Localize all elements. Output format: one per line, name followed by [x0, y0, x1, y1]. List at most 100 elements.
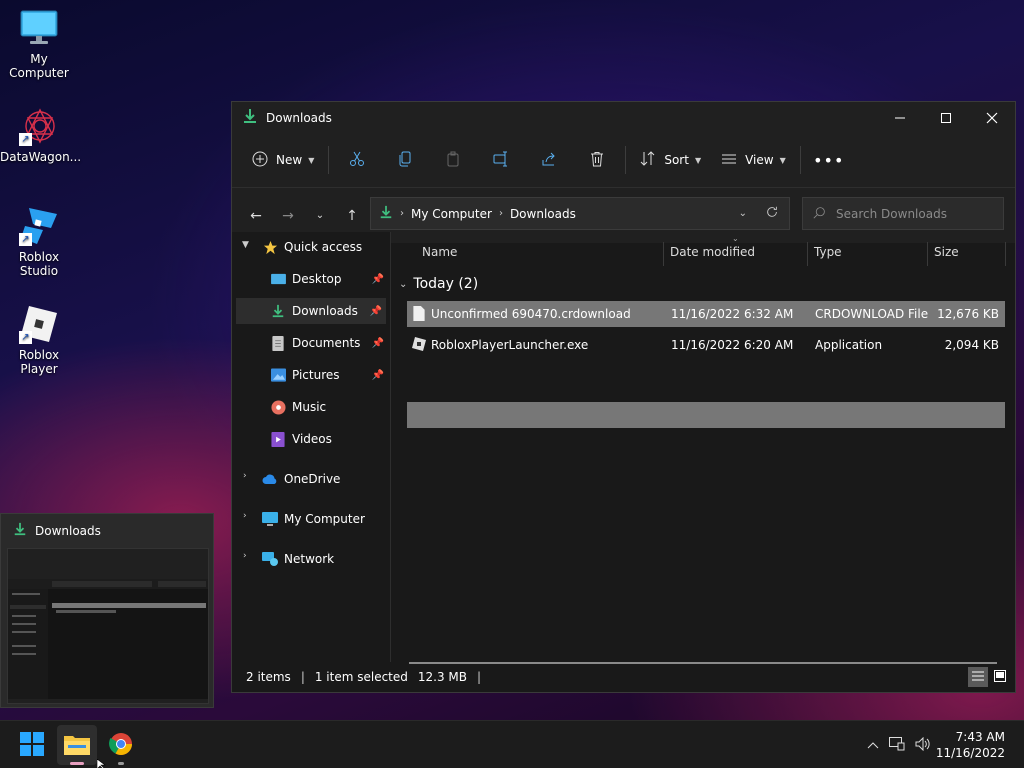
title-bar[interactable]: Downloads [232, 102, 1015, 133]
file-explorer-window: Downloads New ▼ Sort ▼ View ▼ ••• ← → ⌄ … [231, 101, 1016, 693]
chevron-right-icon[interactable]: › [243, 551, 247, 561]
column-header-name[interactable]: Name [422, 232, 457, 272]
preview-title: Downloads [35, 523, 101, 538]
details-view-icon [972, 670, 984, 685]
toolbar-separator [328, 146, 330, 174]
file-row[interactable]: RobloxPlayerLauncher.exe 11/16/2022 6:20… [407, 332, 1005, 358]
taskbar-file-explorer[interactable] [57, 725, 97, 765]
column-divider[interactable] [1005, 242, 1006, 266]
status-separator: | [300, 670, 305, 684]
nav-label: Quick access [284, 240, 363, 254]
new-button[interactable]: New ▼ [242, 144, 324, 176]
minimize-button[interactable] [877, 102, 923, 133]
copy-button[interactable] [381, 144, 429, 176]
file-row[interactable] [407, 402, 1005, 428]
sort-button[interactable]: Sort ▼ [630, 144, 711, 176]
chevron-up-icon [867, 738, 879, 752]
sort-label: Sort [664, 153, 689, 167]
tiles-view-button[interactable] [990, 667, 1010, 687]
downloads-icon [13, 522, 27, 539]
desktop-icon-label: Roblox Player [18, 348, 60, 376]
nav-label: Desktop [292, 272, 342, 286]
chevron-down-icon[interactable]: ▼ [242, 240, 249, 250]
nav-label: Documents [292, 336, 361, 350]
close-button[interactable] [969, 102, 1015, 133]
column-header-type[interactable]: Type [814, 232, 842, 272]
group-header-today[interactable]: ⌄ Today (2) [399, 276, 478, 292]
address-dropdown-icon[interactable]: ⌄ [739, 208, 747, 219]
start-button[interactable] [12, 725, 52, 765]
network-status-button[interactable] [884, 736, 910, 754]
chevron-right-icon[interactable]: › [243, 471, 247, 481]
column-header-size[interactable]: Size [934, 232, 959, 272]
status-selected: 1 item selected [314, 670, 408, 684]
clipboard-icon [445, 151, 461, 170]
sort-icon [640, 150, 656, 170]
forward-button[interactable]: → [272, 200, 304, 232]
roblox-studio-icon: ↗ [19, 206, 59, 246]
shortcut-arrow-icon: ↗ [19, 331, 32, 344]
taskbar-chrome[interactable] [101, 725, 141, 765]
column-divider[interactable] [663, 242, 664, 266]
pin-icon: 📌 [371, 337, 384, 349]
group-label: Today (2) [413, 276, 479, 292]
view-button[interactable]: View ▼ [711, 144, 796, 176]
desktop-icon-roblox-studio[interactable]: ↗ Roblox Studio [0, 206, 78, 278]
search-icon [813, 206, 826, 222]
downloads-icon [242, 108, 258, 127]
file-name: Unconfirmed 690470.crdownload [431, 307, 631, 321]
column-header-date[interactable]: Date modified ⌄ [670, 232, 755, 272]
clock[interactable]: 7:43 AM 11/16/2022 [936, 729, 1005, 761]
recent-locations-button[interactable]: ⌄ [304, 200, 336, 232]
file-size: 12,676 KB [937, 307, 999, 321]
more-options-button[interactable]: ••• [805, 144, 853, 176]
clock-time: 7:43 AM [955, 730, 1005, 744]
nav-label: Music [292, 400, 327, 414]
file-row[interactable]: Unconfirmed 690470.crdownload 11/16/2022… [407, 301, 1005, 327]
chevron-right-icon[interactable]: › [243, 511, 247, 521]
tiles-view-icon [994, 669, 1006, 685]
show-hidden-icons-button[interactable] [862, 738, 884, 752]
desktop-icon-datawagon[interactable]: ↗ DataWagon... [0, 106, 81, 164]
paste-button[interactable] [429, 144, 477, 176]
nav-label: Downloads [292, 304, 358, 318]
address-bar[interactable]: › My Computer › Downloads ⌄ [370, 197, 790, 230]
shortcut-arrow-icon: ↗ [19, 133, 32, 146]
delete-button[interactable] [573, 144, 621, 176]
desktop-icon-my-computer[interactable]: My Computer [0, 8, 78, 80]
windows-logo-icon [20, 731, 44, 759]
column-divider[interactable] [927, 242, 928, 266]
toolbar-separator [799, 146, 801, 174]
up-button[interactable]: ↑ [336, 200, 368, 232]
chevron-down-icon: ▼ [308, 155, 315, 165]
status-bar: 2 items | 1 item selected 12.3 MB | [232, 662, 1015, 692]
rename-button[interactable] [477, 144, 525, 176]
trash-icon [589, 151, 605, 170]
nav-item-downloads[interactable]: Downloads 📌 [236, 298, 386, 324]
back-button[interactable]: ← [240, 200, 272, 232]
ethernet-icon [889, 736, 905, 754]
refresh-icon[interactable] [765, 205, 779, 222]
file-type: Application [815, 338, 883, 352]
column-divider[interactable] [807, 242, 808, 266]
cut-button[interactable] [333, 144, 381, 176]
mouse-cursor-icon [96, 758, 107, 768]
clock-date: 11/16/2022 [935, 746, 1005, 760]
rename-icon [493, 151, 509, 170]
search-box[interactable] [802, 197, 1004, 230]
details-view-button[interactable] [968, 667, 988, 687]
shortcut-arrow-icon: ↗ [19, 233, 32, 246]
taskbar-window-preview[interactable]: Downloads [0, 513, 214, 708]
desktop-icon-roblox-player[interactable]: ↗ Roblox Player [0, 304, 78, 376]
breadcrumb-my-computer[interactable]: My Computer [411, 207, 492, 221]
command-bar: New ▼ Sort ▼ View ▼ ••• [232, 133, 1015, 188]
volume-button[interactable] [910, 736, 936, 754]
datawagon-icon: ↗ [19, 106, 59, 146]
taskbar: 7:43 AM 11/16/2022 [0, 720, 1024, 768]
arrow-up-icon: ↑ [346, 207, 358, 224]
search-input[interactable] [836, 206, 986, 221]
breadcrumb-downloads[interactable]: Downloads [510, 207, 576, 221]
sort-chevron-icon: ⌄ [732, 234, 739, 243]
maximize-button[interactable] [923, 102, 969, 133]
share-button[interactable] [525, 144, 573, 176]
